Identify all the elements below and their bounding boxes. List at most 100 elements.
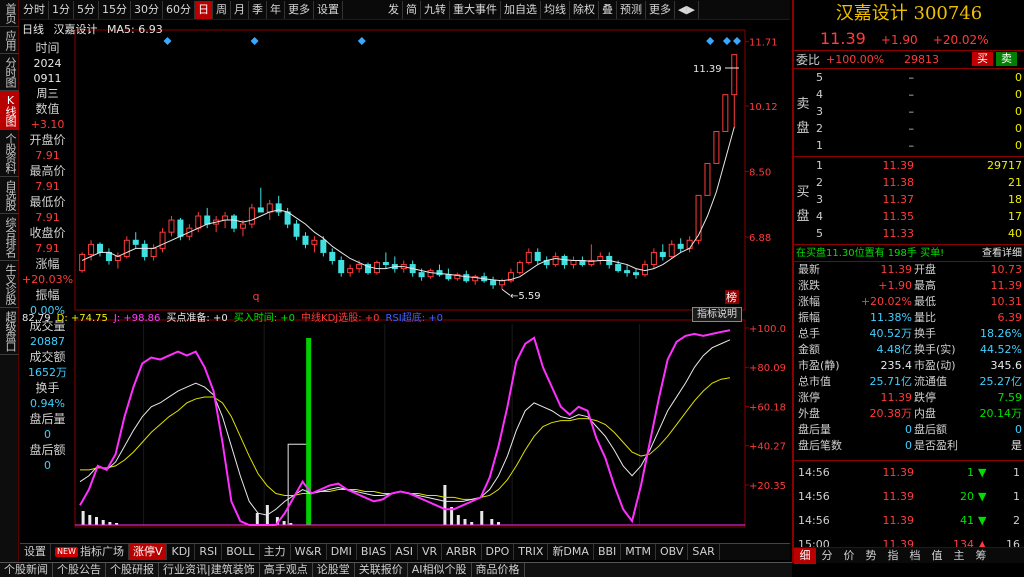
date-axis-label: 05 bbox=[144, 529, 157, 530]
period-button[interactable]: 周 bbox=[213, 1, 231, 19]
quote-panel-tab[interactable]: 筹 bbox=[970, 548, 992, 564]
quote-panel: 汉嘉设计 300746 11.39 +1.90 +20.02% 委比 +100.… bbox=[792, 0, 1024, 564]
indicator-tab[interactable]: 新DMA bbox=[548, 544, 594, 560]
status-bar-link[interactable]: 个股公告 bbox=[53, 563, 106, 577]
toolbar-action-button[interactable]: 预测 bbox=[617, 1, 646, 19]
toolbar-action-button[interactable]: 加自选 bbox=[501, 1, 541, 19]
indicator-tab[interactable]: MTM bbox=[621, 544, 656, 560]
toolbar-action-button[interactable]: 叠 bbox=[599, 1, 617, 19]
period-button[interactable]: 更多 bbox=[285, 1, 314, 19]
left-nav-item[interactable]: 牛叉诊股 bbox=[0, 261, 19, 308]
indicator-tab[interactable]: BIAS bbox=[357, 544, 392, 560]
indicator-tab[interactable]: 设置 bbox=[20, 544, 51, 560]
stat-label: 振幅 bbox=[798, 311, 820, 324]
period-button[interactable]: 60分 bbox=[163, 1, 195, 19]
candle-down bbox=[204, 215, 211, 225]
weibi-label: 委比 bbox=[796, 53, 821, 67]
indicator-tab[interactable]: W&R bbox=[291, 544, 327, 560]
period-button[interactable]: 月 bbox=[231, 1, 249, 19]
status-bar-link[interactable]: 个股新闻 bbox=[0, 563, 53, 577]
indicator-tab[interactable]: VR bbox=[418, 544, 443, 560]
tick-volume: 41 bbox=[960, 514, 974, 527]
quote-panel-tab[interactable]: 分 bbox=[816, 548, 838, 564]
toolbar-action-button[interactable]: 九转 bbox=[421, 1, 450, 19]
status-bar-link[interactable]: AI相似个股 bbox=[408, 563, 472, 577]
indicator-tab[interactable]: BBI bbox=[594, 544, 622, 560]
book-price: 11.39 bbox=[882, 159, 915, 172]
book-level: 3 bbox=[816, 105, 823, 118]
buy-button[interactable]: 买 bbox=[972, 52, 993, 66]
quote-panel-tab[interactable]: 值 bbox=[926, 548, 948, 564]
status-bar-link[interactable]: 关联报价 bbox=[355, 563, 408, 577]
indicator-tab[interactable]: OBV bbox=[656, 544, 689, 560]
quote-panel-tab[interactable]: 档 bbox=[904, 548, 926, 564]
toolbar-action-button[interactable]: 重大事件 bbox=[450, 1, 501, 19]
candle-up bbox=[641, 264, 648, 276]
toolbar-action-button[interactable]: 简 bbox=[403, 1, 421, 19]
sell-button[interactable]: 卖 bbox=[996, 52, 1017, 66]
period-button[interactable]: 年 bbox=[267, 1, 285, 19]
stat-value: 11.38% bbox=[870, 311, 912, 324]
chart-canvas[interactable]: 11.71 10.12 8.50 6.88 +100.0 +80.09 +60.18 +40.… bbox=[20, 20, 790, 530]
indicator-tab[interactable]: RSI bbox=[195, 544, 223, 560]
indicator-tab[interactable]: TRIX bbox=[514, 544, 549, 560]
indicator-tab[interactable]: BOLL bbox=[222, 544, 260, 560]
left-nav-item[interactable]: 自选股 bbox=[0, 177, 19, 214]
left-nav-item[interactable]: 分时图 bbox=[0, 54, 19, 91]
order-notice-link[interactable]: 查看详细 bbox=[982, 245, 1022, 262]
book-level: 4 bbox=[816, 210, 823, 223]
period-button[interactable]: 日 bbox=[195, 1, 213, 19]
period-button[interactable]: 30分 bbox=[131, 1, 163, 19]
indicator-tab[interactable]: DMI bbox=[327, 544, 357, 560]
status-bar-link[interactable]: 个股研报 bbox=[106, 563, 159, 577]
period-button[interactable]: 5分 bbox=[74, 1, 99, 19]
book-price: 11.37 bbox=[882, 193, 915, 206]
indicator-tab[interactable]: ARBR bbox=[442, 544, 482, 560]
indicator-tab[interactable]: NEW 指标广场 bbox=[51, 544, 129, 560]
status-bar-link[interactable]: 高手观点 bbox=[260, 563, 313, 577]
status-bar-link[interactable]: 论股堂 bbox=[313, 563, 355, 577]
indicator-explain-button[interactable]: 指标说明 bbox=[692, 307, 742, 322]
quote-panel-tab[interactable]: 主 bbox=[948, 548, 970, 564]
quote-panel-tab[interactable]: 势 bbox=[860, 548, 882, 564]
toolbar-action-button[interactable]: 发 bbox=[385, 1, 403, 19]
toolbar-nav-arrows[interactable]: ◀▶ bbox=[675, 1, 699, 19]
book-price: – bbox=[908, 88, 915, 101]
period-button[interactable]: 15分 bbox=[99, 1, 131, 19]
indicator-tab[interactable]: SAR bbox=[688, 544, 720, 560]
left-nav-item[interactable]: 综合排名 bbox=[0, 214, 19, 261]
status-bar-link[interactable]: 商品价格 bbox=[472, 563, 525, 577]
left-nav-item[interactable]: 应用 bbox=[0, 27, 19, 54]
quote-panel-tab[interactable]: 细 bbox=[794, 548, 816, 564]
candle-down bbox=[534, 251, 541, 262]
indicator-legend-item: J: +98.86 bbox=[113, 313, 161, 324]
tick-price: 11.39 bbox=[882, 466, 915, 479]
indicator-tab[interactable]: KDJ bbox=[167, 544, 196, 560]
left-nav-item[interactable]: K线图 bbox=[0, 91, 19, 130]
stat-value: 25.71亿 bbox=[869, 375, 913, 388]
indicator-tab[interactable]: 主力 bbox=[260, 544, 291, 560]
date-axis-label: 09 bbox=[639, 529, 652, 530]
candle-down bbox=[132, 239, 139, 245]
indicator-tab-label: 新DMA bbox=[552, 545, 589, 558]
period-button[interactable]: 季 bbox=[249, 1, 267, 19]
period-button[interactable]: 设置 bbox=[314, 1, 343, 19]
indicator-tab[interactable]: DPO bbox=[482, 544, 515, 560]
left-nav-item[interactable]: 个股资料 bbox=[0, 130, 19, 177]
indicator-tab[interactable]: 涨停V bbox=[128, 544, 168, 560]
toolbar-action-button[interactable]: 均线 bbox=[541, 1, 570, 19]
quote-panel-tab[interactable]: 价 bbox=[838, 548, 860, 564]
status-bar-link[interactable]: 行业资讯|建筑装饰 bbox=[159, 563, 260, 577]
left-nav-item[interactable]: 首页 bbox=[0, 0, 19, 27]
kline-chart[interactable]: 11.71 10.12 8.50 6.88 +100.0 +80.09 +60.18 +40.… bbox=[20, 20, 790, 530]
period-button[interactable]: 1分 bbox=[49, 1, 74, 19]
left-nav-item[interactable]: 超级盘口 bbox=[0, 308, 19, 355]
indicator-tab[interactable]: ASI bbox=[391, 544, 418, 560]
toolbar-action-button[interactable]: 除权 bbox=[570, 1, 599, 19]
indicator-tab-label: BBI bbox=[597, 545, 617, 558]
period-button[interactable]: 分时 bbox=[20, 1, 49, 19]
candle-up bbox=[311, 239, 318, 245]
toolbar-action-button[interactable]: 更多 bbox=[646, 1, 675, 19]
quote-panel-tab[interactable]: 指 bbox=[882, 548, 904, 564]
candle-up bbox=[499, 280, 506, 286]
